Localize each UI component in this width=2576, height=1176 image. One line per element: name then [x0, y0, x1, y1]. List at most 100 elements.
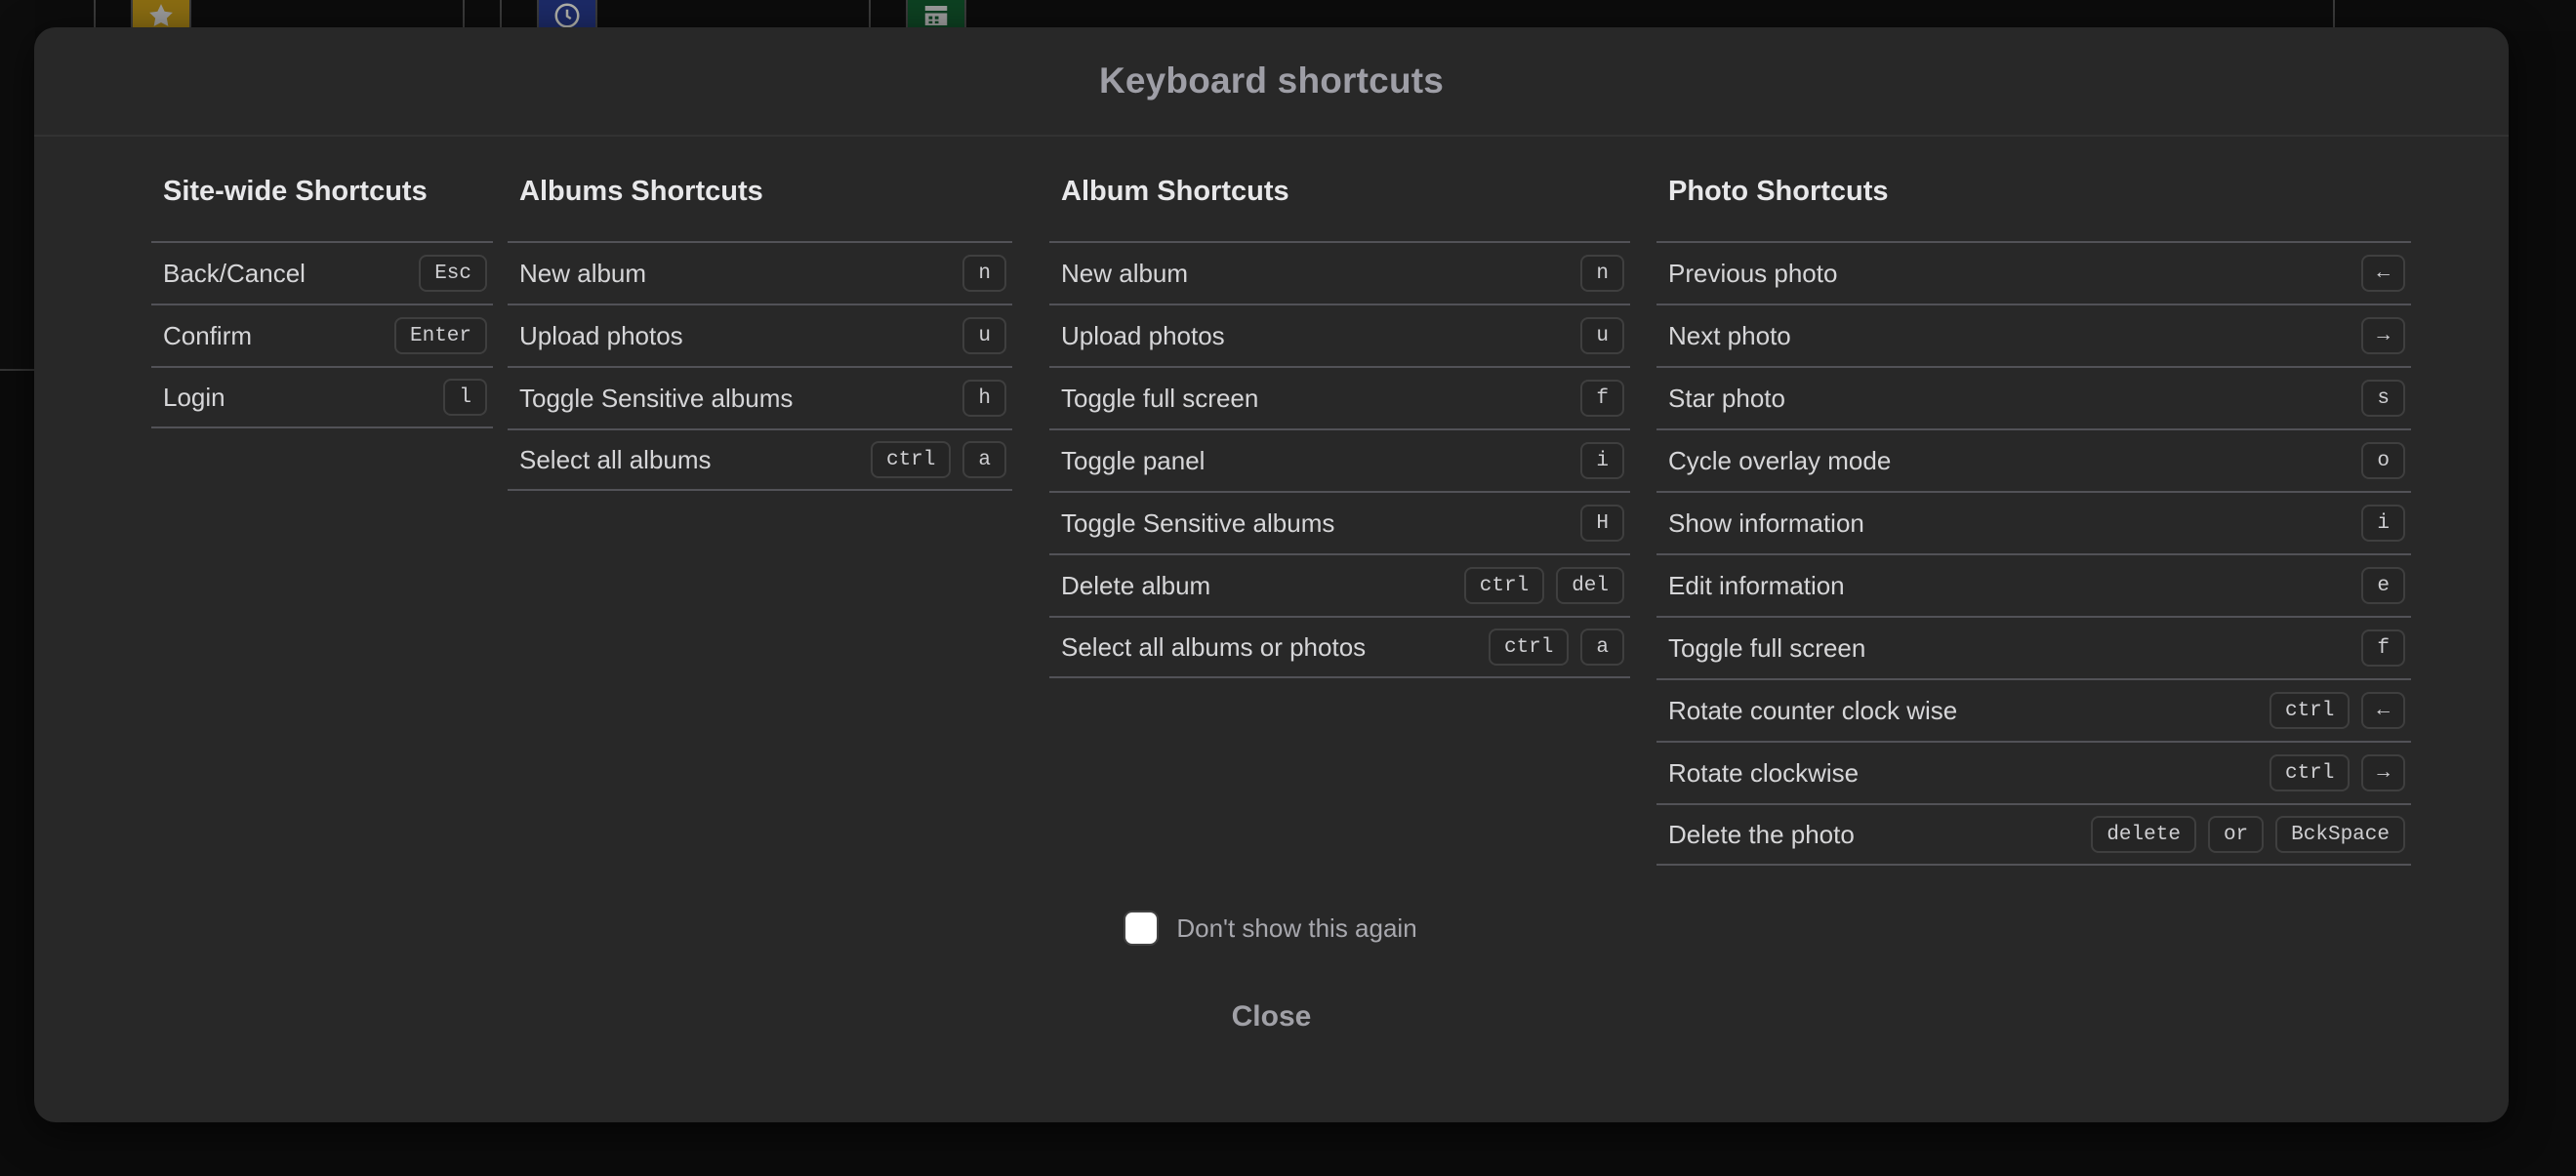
- shortcut-label: Rotate counter clock wise: [1668, 695, 1958, 725]
- key-cap: H: [1580, 505, 1624, 542]
- shortcut-row: Toggle full screen f: [1656, 616, 2411, 678]
- shortcut-row: Next photo →: [1656, 304, 2411, 366]
- shortcut-row: New album n: [1049, 241, 1630, 304]
- key-cap: e: [2361, 567, 2405, 604]
- shortcut-keys: ctrl a: [1488, 629, 1624, 666]
- shortcut-list: Previous photo ← Next photo → Star photo s Cyc…: [1656, 241, 2411, 866]
- key-cap: Enter: [393, 317, 487, 354]
- shortcut-label: Delete album: [1061, 570, 1211, 600]
- key-cap: ctrl: [2269, 754, 2351, 791]
- key-cap: u: [1580, 317, 1624, 354]
- dont-show-again-checkbox[interactable]: [1125, 912, 1158, 944]
- shortcut-label: Upload photos: [519, 320, 683, 350]
- star-glyph: [146, 1, 176, 30]
- key-cap: h: [962, 380, 1006, 417]
- shortcut-keys: l: [443, 379, 487, 416]
- shortcut-column-title: Album Shortcuts: [1061, 176, 1289, 207]
- shortcut-keys: u: [962, 317, 1006, 354]
- shortcut-row: Select all albums ctrl a: [508, 428, 1012, 491]
- shortcut-list: New album n Upload photos u Toggle full scre…: [1049, 241, 1630, 678]
- shortcut-list: Back/Cancel Esc Confirm Enter Login l: [151, 241, 493, 428]
- key-cap: →: [2361, 317, 2405, 354]
- key-cap: a: [962, 441, 1006, 478]
- key-cap: n: [1580, 255, 1624, 292]
- shortcut-row: Upload photos u: [1049, 304, 1630, 366]
- key-cap: del: [1556, 567, 1624, 604]
- key-cap: u: [962, 317, 1006, 354]
- key-cap: s: [2361, 380, 2405, 417]
- calendar-glyph: [921, 1, 951, 30]
- shortcut-column: Album Shortcuts New album n Upload photos u T…: [1049, 176, 1630, 678]
- shortcut-label: Delete the photo: [1668, 819, 1855, 849]
- shortcut-row: Login l: [151, 366, 493, 428]
- shortcut-label: New album: [519, 258, 647, 288]
- shortcut-label: Previous photo: [1668, 258, 1838, 288]
- key-cap: ctrl: [870, 441, 952, 478]
- shortcut-label: Login: [163, 382, 225, 412]
- shortcut-list: New album n Upload photos u Toggle Sensitive…: [508, 241, 1012, 491]
- key-cap: ctrl: [1488, 629, 1570, 666]
- dialog-body: Site-wide Shortcuts Back/Cancel Esc Confirm…: [34, 137, 2509, 1039]
- key-cap: o: [2361, 442, 2405, 479]
- shortcut-keys: ←: [2361, 255, 2405, 292]
- shortcut-label: Select all albums: [519, 444, 712, 474]
- shortcut-row: Delete album ctrl del: [1049, 553, 1630, 616]
- shortcut-label: Select all albums or photos: [1061, 631, 1367, 662]
- key-cap: ←: [2361, 255, 2405, 292]
- shortcut-column-title: Albums Shortcuts: [519, 176, 763, 207]
- close-button[interactable]: Close: [1214, 994, 1329, 1039]
- shortcut-columns: Site-wide Shortcuts Back/Cancel Esc Confirm…: [151, 176, 2411, 866]
- shortcut-keys: ctrl ←: [2269, 692, 2405, 729]
- shortcut-row: Rotate counter clock wise ctrl ←: [1656, 678, 2411, 741]
- shortcut-row: New album n: [508, 241, 1012, 304]
- dont-show-again-row[interactable]: Don't show this again: [1125, 912, 1417, 944]
- key-cap: or: [2207, 816, 2265, 853]
- key-cap: →: [2361, 754, 2405, 791]
- shortcut-keys: f: [2361, 629, 2405, 667]
- shortcut-label: Upload photos: [1061, 320, 1225, 350]
- key-cap: BckSpace: [2275, 816, 2405, 853]
- shortcut-label: Toggle full screen: [1061, 383, 1259, 413]
- shortcut-column: Photo Shortcuts Previous photo ← Next photo…: [1656, 176, 2411, 866]
- shortcut-label: Show information: [1668, 507, 1864, 538]
- shortcut-label: Toggle panel: [1061, 445, 1206, 475]
- shortcut-label: Toggle full screen: [1668, 632, 1866, 663]
- shortcut-keys: i: [2361, 505, 2405, 542]
- key-cap: f: [1580, 380, 1624, 417]
- shortcut-label: Back/Cancel: [163, 258, 306, 288]
- shortcut-column: Albums Shortcuts New album n Upload photos u…: [508, 176, 1012, 491]
- dialog-header: Keyboard shortcuts: [34, 27, 2509, 137]
- shortcut-label: Edit information: [1668, 570, 1845, 600]
- shortcut-row: Delete the photo delete or BckSpace: [1656, 803, 2411, 866]
- page-title: Keyboard shortcuts: [1098, 61, 1445, 101]
- shortcut-label: Confirm: [163, 320, 253, 350]
- shortcut-keys: H: [1580, 505, 1624, 542]
- shortcut-keys: ctrl a: [870, 441, 1006, 478]
- shortcut-keys: s: [2361, 380, 2405, 417]
- shortcut-keys: Esc: [419, 255, 487, 292]
- shortcut-keys: n: [962, 255, 1006, 292]
- key-cap: ←: [2361, 692, 2405, 729]
- shortcut-keys: f: [1580, 380, 1624, 417]
- key-cap: ctrl: [1463, 567, 1545, 604]
- key-cap: l: [443, 379, 487, 416]
- shortcut-label: Star photo: [1668, 383, 1785, 413]
- shortcut-row: Edit information e: [1656, 553, 2411, 616]
- shortcut-keys: delete or BckSpace: [2091, 816, 2405, 853]
- key-cap: n: [962, 255, 1006, 292]
- shortcut-keys: n: [1580, 255, 1624, 292]
- key-cap: ctrl: [2269, 692, 2351, 729]
- shortcut-row: Toggle Sensitive albums H: [1049, 491, 1630, 553]
- key-cap: i: [2361, 505, 2405, 542]
- shortcut-keys: o: [2361, 442, 2405, 479]
- screen: Keyboard shortcuts Site-wide Shortcuts Ba…: [0, 0, 2576, 1176]
- shortcut-row: Star photo s: [1656, 366, 2411, 428]
- key-cap: f: [2361, 629, 2405, 667]
- background-left-sliver: [0, 0, 35, 371]
- shortcut-keys: →: [2361, 317, 2405, 354]
- key-cap: Esc: [419, 255, 487, 292]
- shortcut-keys: ctrl →: [2269, 754, 2405, 791]
- shortcut-keys: ctrl del: [1463, 567, 1624, 604]
- shortcut-keys: u: [1580, 317, 1624, 354]
- shortcut-column: Site-wide Shortcuts Back/Cancel Esc Confirm…: [151, 176, 493, 428]
